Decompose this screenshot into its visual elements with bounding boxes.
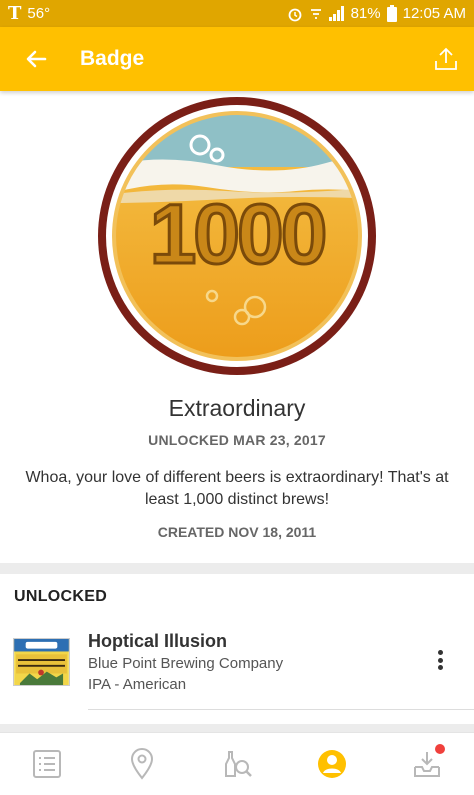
unlocked-heading: UNLOCKED bbox=[14, 588, 108, 605]
more-options-button[interactable] bbox=[428, 646, 452, 674]
location-pin-icon bbox=[131, 748, 154, 780]
badge-image: 1000 bbox=[98, 97, 376, 375]
list-item[interactable]: Hoptical Illusion Blue Point Brewing Com… bbox=[0, 624, 474, 712]
wifi-calling-icon bbox=[310, 8, 321, 19]
feed-icon bbox=[33, 750, 62, 778]
nav-inbox[interactable] bbox=[397, 734, 457, 794]
back-button[interactable] bbox=[0, 27, 72, 91]
battery-icon bbox=[386, 5, 397, 22]
nav-venues[interactable] bbox=[112, 734, 172, 794]
badge-number-art: 1000 bbox=[150, 187, 325, 281]
arrow-back-icon bbox=[26, 50, 47, 68]
more-dot-icon bbox=[437, 665, 443, 670]
status-bar: T 56° 81% 12:05 AM bbox=[0, 0, 474, 27]
carrier-icon: T bbox=[8, 3, 22, 24]
more-dot-icon bbox=[437, 650, 443, 655]
beer-label-image bbox=[13, 638, 70, 686]
nav-feed[interactable] bbox=[17, 734, 77, 794]
created-date: CREATED NOV 18, 2011 bbox=[157, 524, 317, 540]
section-divider bbox=[0, 724, 474, 732]
clock: 12:05 AM bbox=[402, 5, 466, 22]
app-bar: Badge bbox=[0, 27, 474, 91]
more-dot-icon bbox=[437, 657, 443, 663]
alarm-icon bbox=[288, 8, 301, 21]
temperature: 56° bbox=[27, 5, 51, 22]
notification-dot bbox=[434, 744, 445, 754]
beer-style: IPA - American bbox=[88, 676, 187, 693]
unlocked-date: UNLOCKED MAR 23, 2017 bbox=[148, 432, 326, 448]
beer-name[interactable]: Hoptical Illusion bbox=[88, 631, 227, 652]
nav-profile[interactable] bbox=[302, 734, 362, 794]
beer-search-icon bbox=[224, 751, 252, 777]
badge-name: Extraordinary bbox=[168, 395, 306, 421]
nav-search[interactable] bbox=[207, 734, 267, 794]
page-title: Badge bbox=[80, 47, 145, 70]
share-icon bbox=[435, 47, 457, 70]
badge-details: 1000 Extraordinary UNLOCKED MAR 23, 2017… bbox=[0, 91, 474, 563]
share-button[interactable] bbox=[418, 27, 474, 91]
brewery-name[interactable]: Blue Point Brewing Company bbox=[88, 655, 283, 672]
signal-icon bbox=[328, 6, 344, 21]
battery-percent: 81% bbox=[350, 5, 381, 22]
profile-icon bbox=[317, 750, 346, 778]
list-divider bbox=[88, 709, 474, 710]
bottom-nav bbox=[0, 732, 474, 795]
badge-description: Whoa, your love of different beers is ex… bbox=[25, 469, 449, 508]
section-divider bbox=[0, 563, 474, 574]
